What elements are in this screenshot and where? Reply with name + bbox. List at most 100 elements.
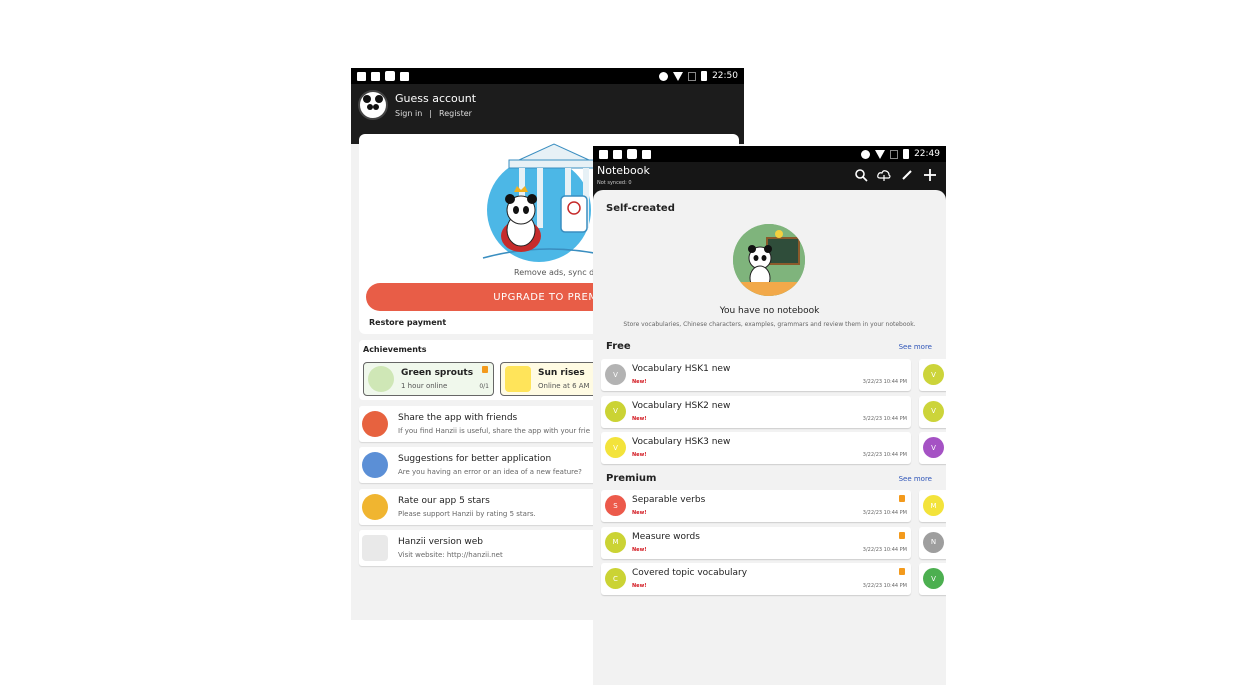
- new-tag: New!: [632, 415, 647, 422]
- register-link[interactable]: Register: [439, 109, 472, 118]
- notebook-content: Self-created You have no notebook Store …: [593, 190, 946, 685]
- notebook-date: 3/22/23 10:44 PM: [862, 510, 907, 516]
- new-tag: New!: [632, 452, 647, 458]
- status-time: 22:49: [914, 149, 940, 159]
- menu-subtitle: Visit website: http://hanzii.net: [398, 551, 503, 559]
- notebook-badge: V: [605, 400, 626, 422]
- notebook-card-peek[interactable]: V: [919, 395, 946, 428]
- notebook-badge: M: [923, 495, 944, 516]
- status-bar: 22:49: [593, 146, 946, 162]
- notebook-card-peek[interactable]: V: [919, 432, 946, 464]
- free-see-more-link[interactable]: See more: [899, 343, 932, 351]
- lock-icon: [899, 531, 905, 539]
- notebook-date: 3/22/23 10:44 PM: [862, 583, 907, 589]
- notebook-name: Separable verbs: [632, 495, 706, 505]
- notebook-badge: M: [605, 531, 626, 553]
- new-tag: New!: [632, 510, 647, 516]
- notebook-card[interactable]: M Measure words New! 3/22/23 10:44 PM: [601, 526, 911, 559]
- notebook-screen: 22:49 Notebook Not synced: 0 Self-create…: [593, 146, 946, 685]
- sync-status: Not synced: 0: [597, 180, 632, 186]
- notebook-name: Vocabulary HSK3 new: [632, 437, 731, 447]
- do-not-disturb-icon: [659, 71, 669, 81]
- lock-icon: [899, 568, 905, 575]
- account-name: Guess account: [395, 92, 477, 105]
- battery-icon: [701, 71, 708, 81]
- notebook-badge: V: [605, 364, 626, 385]
- notebook-card-peek[interactable]: N: [919, 526, 946, 559]
- menu-subtitle: If you find Hanzii is useful, share the …: [398, 427, 591, 435]
- notebook-card[interactable]: V Vocabulary HSK2 new New! 3/22/23 10:44 PM: [601, 395, 911, 428]
- notebook-date: 3/22/23 10:44 PM: [862, 379, 907, 385]
- notebook-card[interactable]: V Vocabulary HSK3 new New! 3/22/23 10:44 PM: [601, 432, 911, 464]
- achievement-green-sprouts[interactable]: Green sprouts 1 hour online 0/1: [363, 362, 494, 396]
- sprout-panda-icon: [368, 366, 394, 392]
- menu-title: Suggestions for better application: [398, 454, 552, 464]
- empty-notebook-illustration: [733, 224, 805, 296]
- notebook-date: 3/22/23 10:44 PM: [862, 452, 907, 458]
- achievement-count: 0/1: [479, 383, 489, 390]
- share-icon: [362, 411, 388, 437]
- notebook-card[interactable]: C Covered topic vocabulary New! 3/22/23 10:…: [601, 563, 911, 595]
- free-section-title: Free: [606, 341, 631, 352]
- sun-panda-icon: [505, 366, 531, 392]
- cloud-sync-icon[interactable]: [877, 168, 891, 182]
- empty-notebook-description: Store vocabularies, Chinese characters, …: [623, 321, 916, 328]
- notebook-name: Covered topic vocabulary: [632, 568, 748, 578]
- menu-title: Rate our app 5 stars: [398, 496, 490, 506]
- rate-icon: [362, 494, 388, 520]
- image-notification-icon: [357, 71, 366, 81]
- notebook-badge: V: [923, 568, 944, 589]
- achievement-sub: 1 hour online: [401, 382, 448, 390]
- status-time: 22:50: [712, 71, 738, 81]
- new-tag: New!: [632, 546, 647, 553]
- notebook-name: Vocabulary HSK1 new: [632, 364, 731, 374]
- lock-icon: [482, 366, 488, 373]
- text-notification-icon: [400, 71, 409, 81]
- restore-payment-link[interactable]: Restore payment: [369, 318, 446, 327]
- page-title: Notebook: [597, 164, 650, 177]
- self-created-title: Self-created: [606, 203, 675, 214]
- menu-title: Share the app with friends: [398, 413, 518, 423]
- notebook-name: Measure words: [632, 531, 700, 542]
- status-bar: 22:50: [351, 68, 744, 84]
- notebook-badge: V: [923, 400, 944, 422]
- wifi-icon: [875, 149, 886, 159]
- wifi-icon: [673, 71, 684, 81]
- square-notification-icon: [385, 71, 395, 81]
- suggestion-icon: [362, 452, 388, 478]
- image-notification-icon: [599, 149, 608, 159]
- notebook-card[interactable]: S Separable verbs New! 3/22/23 10:44 PM: [601, 490, 911, 522]
- notebook-badge: S: [605, 495, 626, 516]
- notebook-date: 3/22/23 10:44 PM: [862, 546, 907, 553]
- avatar[interactable]: [358, 90, 388, 120]
- notebook-card[interactable]: V Vocabulary HSK1 new New! 3/22/23 10:44 PM: [601, 359, 911, 391]
- notebook-badge: V: [605, 437, 626, 458]
- square-notification-icon: [627, 149, 637, 159]
- notebook-card-peek[interactable]: M: [919, 490, 946, 522]
- add-icon[interactable]: [923, 168, 937, 182]
- do-not-disturb-icon: [861, 149, 871, 159]
- notebook-card-peek[interactable]: V: [919, 359, 946, 391]
- new-tag: New!: [632, 583, 647, 589]
- signal-icon: [688, 71, 697, 81]
- web-icon: [362, 535, 388, 561]
- notebook-card-peek[interactable]: V: [919, 563, 946, 595]
- search-icon[interactable]: [854, 168, 868, 182]
- link-separator: |: [429, 109, 432, 118]
- menu-subtitle: Are you having an error or an idea of a …: [398, 468, 582, 476]
- notebook-name: Vocabulary HSK2 new: [632, 400, 731, 411]
- menu-title: Hanzii version web: [398, 537, 484, 547]
- empty-notebook-title: You have no notebook: [719, 306, 820, 316]
- premium-section-title: Premium: [606, 473, 657, 484]
- notebook-badge: V: [923, 364, 944, 385]
- notebook-date: 3/22/23 10:44 PM: [862, 415, 907, 422]
- new-tag: New!: [632, 379, 647, 385]
- premium-see-more-link[interactable]: See more: [899, 475, 932, 483]
- signal-icon: [890, 149, 899, 159]
- notebook-badge: V: [923, 437, 944, 458]
- notebook-badge: N: [923, 531, 944, 553]
- achievement-name: Green sprouts: [401, 368, 474, 378]
- sign-in-link[interactable]: Sign in: [395, 109, 422, 118]
- edit-icon[interactable]: [900, 168, 914, 182]
- achievements-title: Achievements: [363, 345, 427, 354]
